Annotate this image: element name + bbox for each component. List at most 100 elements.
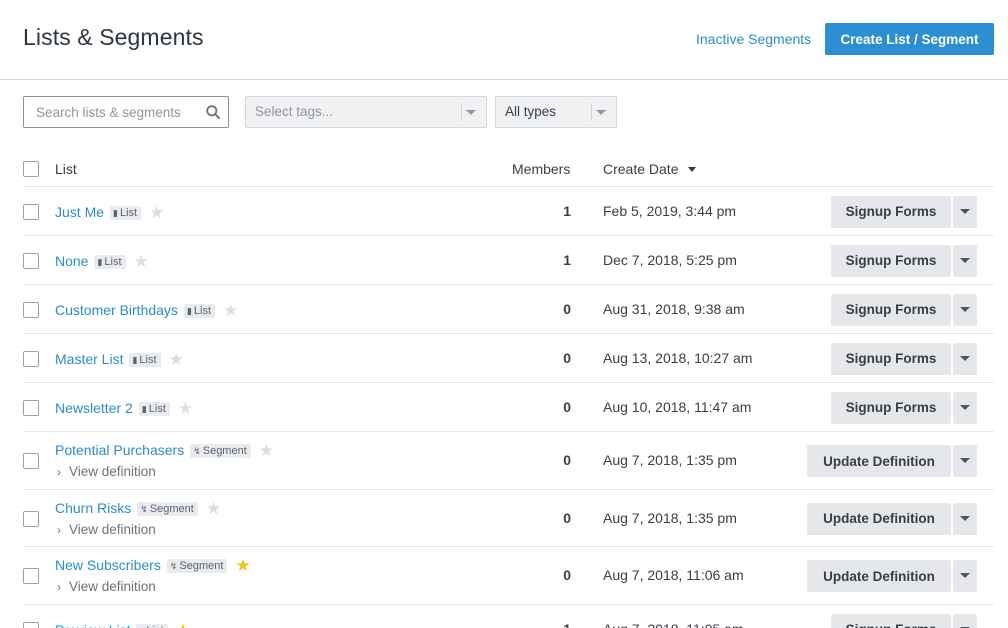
signup-forms-button[interactable]: Signup Forms <box>831 244 951 277</box>
type-badge: ▮List <box>129 352 161 367</box>
row-checkbox[interactable] <box>23 203 39 220</box>
create-date: Aug 7, 2018, 11:06 am <box>603 567 744 583</box>
row-name-group: Churn Risks ↯ Segment ★ <box>55 499 221 519</box>
search-icon[interactable] <box>206 105 220 119</box>
document-icon: ▮ <box>132 354 138 365</box>
type-badge: ↯ Segment <box>190 444 251 458</box>
types-select[interactable]: All types <box>495 96 617 128</box>
create-list-segment-button[interactable]: Create List / Segment <box>825 23 994 55</box>
row-name-group: Customer Birthdays ▮ List ★ <box>55 301 238 321</box>
action-dropdown-button[interactable] <box>953 391 977 424</box>
signup-forms-button[interactable]: Signup Forms <box>831 613 951 628</box>
chevron-down-icon <box>960 355 970 361</box>
list-name-link[interactable]: Preview List <box>55 622 130 628</box>
star-icon[interactable]: ★ <box>176 621 191 628</box>
signup-forms-button[interactable]: Signup Forms <box>831 195 951 228</box>
column-header-members[interactable]: Members <box>512 161 570 177</box>
view-definition-toggle[interactable]: › View definition <box>57 522 156 537</box>
action-dropdown-button[interactable] <box>953 293 977 326</box>
member-count: 0 <box>563 452 571 468</box>
table-row: Newsletter 2 ▮ List ★ 0 Aug 10, 2018, 11:47… <box>23 383 994 432</box>
star-icon[interactable]: ★ <box>235 556 250 576</box>
list-name-link[interactable]: Customer Birthdays <box>55 302 178 318</box>
table-row: Just Me ▮ List ★ 1 Feb 5, 2019, 3:44 pm Sig… <box>23 187 994 236</box>
sort-desc-icon <box>688 167 697 172</box>
type-badge: ▮List <box>183 303 216 318</box>
tags-select-placeholder: Select tags... <box>255 104 334 119</box>
type-badge: ▮List <box>138 401 170 416</box>
star-icon[interactable]: ★ <box>134 252 149 272</box>
document-icon: ▮ <box>186 305 192 316</box>
star-icon[interactable]: ★ <box>223 301 238 321</box>
page-header: Lists & Segments Inactive Segments Creat… <box>0 0 1008 80</box>
type-badge: ▮List <box>110 205 142 220</box>
star-icon[interactable]: ★ <box>178 399 193 419</box>
signup-forms-button[interactable]: Signup Forms <box>831 293 951 326</box>
search-box <box>23 96 229 128</box>
row-checkbox[interactable] <box>23 621 39 628</box>
member-count: 0 <box>563 398 571 415</box>
list-name-link[interactable]: Churn Risks <box>55 500 131 516</box>
type-badge-label: List <box>146 625 163 628</box>
table-row: New Subscribers ↯ Segment ★ › View definitio… <box>23 547 994 605</box>
list-name-link[interactable]: None <box>55 253 88 269</box>
select-all-checkbox[interactable] <box>23 161 39 177</box>
column-header-create-date-label: Create Date <box>603 161 679 177</box>
chevron-right-icon: › <box>57 523 61 537</box>
signup-forms-button[interactable]: Signup Forms <box>831 342 951 375</box>
create-date: Aug 13, 2018, 10:27 am <box>603 349 753 366</box>
star-icon[interactable]: ★ <box>169 350 184 370</box>
member-count: 0 <box>563 300 571 317</box>
type-badge: ▮List <box>136 623 168 628</box>
star-icon[interactable]: ★ <box>149 203 164 223</box>
view-definition-toggle[interactable]: › View definition <box>57 579 156 594</box>
row-checkbox[interactable] <box>23 350 39 367</box>
type-badge-label: List <box>139 353 157 366</box>
row-checkbox[interactable] <box>23 301 39 318</box>
action-dropdown-button[interactable] <box>953 502 977 535</box>
member-count: 0 <box>563 567 571 583</box>
view-definition-label: View definition <box>69 464 156 479</box>
row-checkbox[interactable] <box>23 568 39 584</box>
inactive-segments-link[interactable]: Inactive Segments <box>696 31 811 47</box>
search-input[interactable] <box>24 97 204 127</box>
star-icon[interactable]: ★ <box>259 441 274 461</box>
chevron-down-icon <box>960 573 970 578</box>
chevron-right-icon: › <box>57 465 61 479</box>
member-count: 0 <box>563 509 571 526</box>
update-definition-button[interactable]: Update Definition <box>807 445 951 477</box>
row-checkbox[interactable] <box>23 399 39 416</box>
row-checkbox[interactable] <box>23 510 39 527</box>
list-name-link[interactable]: Potential Purchasers <box>55 442 184 458</box>
chevron-down-icon <box>960 208 970 214</box>
action-dropdown-button[interactable] <box>953 445 977 477</box>
row-name-group: Potential Purchasers ↯ Segment ★ <box>55 441 274 461</box>
view-definition-toggle[interactable]: › View definition <box>57 464 156 479</box>
list-name-link[interactable]: New Subscribers <box>55 557 161 573</box>
action-dropdown-button[interactable] <box>953 342 977 375</box>
star-icon[interactable]: ★ <box>206 499 221 519</box>
action-dropdown-button[interactable] <box>953 560 977 592</box>
tags-select-divider <box>461 103 462 121</box>
member-count: 1 <box>563 621 571 628</box>
table-row: Customer Birthdays ▮ List ★ 0 Aug 31, 2018,… <box>23 285 994 334</box>
row-checkbox[interactable] <box>23 453 39 469</box>
column-header-create-date[interactable]: Create Date <box>603 161 697 177</box>
list-name-link[interactable]: Just Me <box>55 204 104 220</box>
list-name-link[interactable]: Newsletter 2 <box>55 400 133 416</box>
update-definition-button[interactable]: Update Definition <box>807 560 951 592</box>
list-name-link[interactable]: Master List <box>55 351 123 367</box>
action-dropdown-button[interactable] <box>953 613 977 628</box>
chevron-down-icon <box>596 110 606 115</box>
table-row: None ▮ List ★ 1 Dec 7, 2018, 5:25 pm Signup… <box>23 236 994 285</box>
tags-select[interactable]: Select tags... <box>245 96 487 128</box>
member-count: 1 <box>563 251 571 268</box>
action-dropdown-button[interactable] <box>953 244 977 277</box>
type-badge-label: Segment <box>179 560 224 572</box>
column-header-list[interactable]: List <box>55 161 77 177</box>
update-definition-button[interactable]: Update Definition <box>807 502 951 535</box>
type-badge-label: Segment <box>149 503 194 515</box>
signup-forms-button[interactable]: Signup Forms <box>831 391 951 424</box>
action-dropdown-button[interactable] <box>953 195 977 228</box>
row-checkbox[interactable] <box>23 252 39 269</box>
